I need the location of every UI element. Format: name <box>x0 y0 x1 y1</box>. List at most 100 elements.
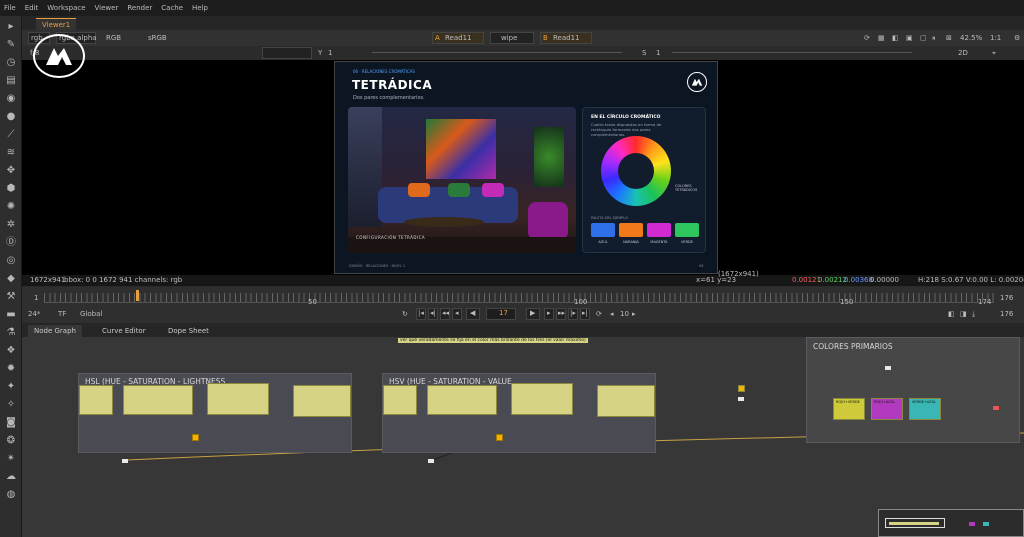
pointer-icon[interactable]: ▸ <box>4 20 18 34</box>
split-icon[interactable]: ◧ <box>892 31 899 45</box>
keyer-icon[interactable]: ⟋ <box>4 128 18 142</box>
node-source[interactable] <box>885 366 891 370</box>
transform-icon[interactable]: ✥ <box>4 164 18 178</box>
scope-dropdown[interactable]: Global <box>80 307 102 321</box>
cloud-icon[interactable]: ☁ <box>4 470 18 484</box>
node-hsv-1[interactable] <box>383 385 417 415</box>
prev-frame-button[interactable]: ◂ <box>452 308 462 320</box>
menu-cache[interactable]: Cache <box>161 4 183 12</box>
node-loose-1[interactable] <box>738 385 745 392</box>
step-back-button[interactable]: ◂◂ <box>440 308 450 320</box>
plugin-icon[interactable]: ❖ <box>4 344 18 358</box>
step-forward-button[interactable]: ▸▸ <box>556 308 566 320</box>
next-key-button[interactable]: |▸ <box>568 308 578 320</box>
bounds-icon[interactable]: ▢ <box>920 31 927 45</box>
flask-icon[interactable]: ⚗ <box>4 326 18 340</box>
grid-icon[interactable]: ▦ <box>878 31 885 45</box>
node-loose-2[interactable] <box>738 397 744 401</box>
fps-dropdown[interactable]: 24* <box>28 307 40 321</box>
settings-icon[interactable]: ⚙ <box>1014 31 1020 45</box>
frame-s-value[interactable]: 1 <box>656 46 660 60</box>
play-forward-button[interactable]: ▶ <box>526 308 540 320</box>
d-icon[interactable]: Ⓓ <box>4 236 18 250</box>
export-icon[interactable]: ⤓ <box>972 307 975 321</box>
out-point-icon[interactable]: ◨ <box>960 307 967 321</box>
node-hsl-4[interactable] <box>293 385 351 417</box>
menu-render[interactable]: Render <box>127 4 152 12</box>
node-output[interactable] <box>993 406 999 410</box>
deep-icon[interactable]: ✲ <box>4 218 18 232</box>
dot-hsl[interactable] <box>192 434 199 441</box>
node-hsl-1[interactable] <box>79 385 113 415</box>
input-a-dropdown[interactable]: A Read11 <box>432 32 484 44</box>
gamma-value[interactable]: 1 <box>328 46 332 60</box>
view-mode[interactable]: 2D <box>958 46 968 60</box>
gizmo-icon[interactable]: ✹ <box>4 362 18 376</box>
particles-icon[interactable]: ✺ <box>4 200 18 214</box>
frame-slider[interactable] <box>672 52 912 53</box>
menu-workspace[interactable]: Workspace <box>47 4 85 12</box>
skip-forward-icon[interactable]: ▸ <box>632 307 636 321</box>
fx-icon[interactable]: ✦ <box>4 380 18 394</box>
node-rojo-verde[interactable]: ROJO+VERDE <box>833 398 865 420</box>
proxy-value[interactable]: 1:1 <box>990 31 1001 45</box>
in-point-icon[interactable]: ◧ <box>948 307 955 321</box>
wipe-dropdown[interactable]: wipe <box>490 32 534 44</box>
circle-icon[interactable]: ◍ <box>4 488 18 502</box>
3d-icon[interactable]: ⬢ <box>4 182 18 196</box>
gain-field[interactable] <box>262 47 312 59</box>
star-icon[interactable]: ✴ <box>4 452 18 466</box>
merge-icon[interactable]: ≋ <box>4 146 18 160</box>
node-read-hsl[interactable] <box>122 459 128 463</box>
color-icon[interactable]: ◉ <box>4 92 18 106</box>
goto-end-button[interactable]: ▸| <box>580 308 590 320</box>
node-hsl-2[interactable] <box>123 385 193 415</box>
node-hsl-3[interactable] <box>207 383 269 415</box>
clock-icon[interactable]: ◷ <box>4 56 18 70</box>
camera-icon[interactable]: ⌖ <box>992 46 996 60</box>
zoom-value[interactable]: 42.5% <box>960 31 982 45</box>
menu-help[interactable]: Help <box>192 4 208 12</box>
layers-icon[interactable]: ▬ <box>4 308 18 322</box>
backdrop-hsv[interactable]: HSV (HUE - SATURATION - VALUE <box>382 373 656 453</box>
other-icon[interactable]: ⚒ <box>4 290 18 304</box>
increment-value[interactable]: 10 <box>620 307 629 321</box>
eye-icon[interactable]: ◎ <box>4 254 18 268</box>
lock-icon[interactable]: ⊠ <box>946 31 952 45</box>
menu-edit[interactable]: Edit <box>25 4 39 12</box>
prev-key-button[interactable]: ◂| <box>428 308 438 320</box>
channel-icon[interactable]: ▤ <box>4 74 18 88</box>
node-hsv-2[interactable] <box>427 385 497 415</box>
dot-hsv[interactable] <box>496 434 503 441</box>
paint-icon[interactable]: ✎ <box>4 38 18 52</box>
node-verde-azul[interactable]: VERDE+AZUL <box>909 398 941 420</box>
gamma-slider[interactable] <box>372 52 622 53</box>
skip-back-icon[interactable]: ◂ <box>610 307 614 321</box>
colorspace-in[interactable]: RGB <box>106 31 121 45</box>
tag-icon[interactable]: ◆ <box>4 272 18 286</box>
node-hsv-3[interactable] <box>511 383 573 415</box>
input-b-dropdown[interactable]: B Read11 <box>540 32 592 44</box>
cylinder-icon[interactable]: ◙ <box>4 416 18 430</box>
play-back-button[interactable]: ◀ <box>466 308 480 320</box>
pause-icon[interactable]: ⏸ <box>932 31 936 45</box>
roi-icon[interactable]: ▣ <box>906 31 913 45</box>
lut-dropdown[interactable]: sRGB <box>148 31 167 45</box>
bounce-icon[interactable]: ⟳ <box>596 307 602 321</box>
tab-node-graph[interactable]: Node Graph <box>28 325 82 337</box>
node-read-hsv[interactable] <box>428 459 434 463</box>
playhead[interactable] <box>136 290 139 301</box>
tab-viewer1[interactable]: Viewer1 <box>36 18 77 30</box>
tab-curve-editor[interactable]: Curve Editor <box>102 325 146 337</box>
globe-icon[interactable]: ❂ <box>4 434 18 448</box>
loop-icon[interactable]: ↻ <box>402 307 408 321</box>
refresh-icon[interactable]: ⟳ <box>864 31 870 45</box>
next-frame-button[interactable]: ▸ <box>544 308 554 320</box>
nodegraph-minimap[interactable] <box>878 509 1024 537</box>
filter-icon[interactable]: ● <box>4 110 18 124</box>
node-rojo-azul[interactable]: ROJO+AZUL <box>871 398 903 420</box>
backdrop-primarios[interactable]: COLORES PRIMARIOS ROJO+VERDE ROJO+AZUL V… <box>806 337 1020 443</box>
sticky-note[interactable]: ver qué veradamente se fija en el color … <box>398 338 588 343</box>
node-icon[interactable]: ✧ <box>4 398 18 412</box>
node-graph-canvas[interactable]: ver qué veradamente se fija en el color … <box>22 337 1024 537</box>
